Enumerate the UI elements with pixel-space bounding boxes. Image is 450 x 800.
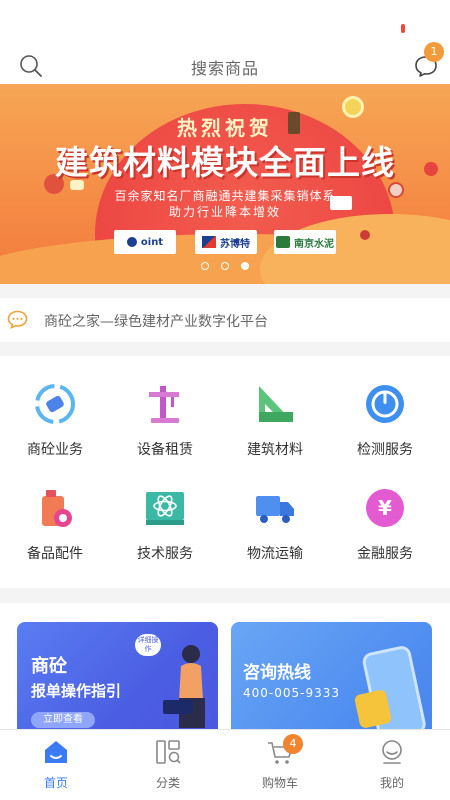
tab-category[interactable]: 分类 <box>112 730 224 800</box>
banner-decoration <box>360 230 370 240</box>
carousel-dot-active[interactable] <box>241 262 249 270</box>
tab-label: 分类 <box>155 776 180 790</box>
crane-icon <box>149 386 179 423</box>
cart-count-badge: 4 <box>283 734 303 754</box>
partner-mark-icon <box>276 236 290 248</box>
service-label: 物流运输 <box>247 546 303 562</box>
bottom-tab-bar: 首页 分类 购物车 4 我的 <box>0 729 450 800</box>
service-item-parts[interactable]: 备品配件 <box>0 486 110 582</box>
tab-home[interactable]: 首页 <box>0 730 112 800</box>
carousel-dot[interactable] <box>221 262 229 270</box>
concrete-recycle-icon <box>35 384 75 424</box>
service-item-logistics[interactable]: 物流运输 <box>220 486 330 582</box>
woman-laptop-illustration <box>163 645 205 728</box>
card-title: 报单操作指引 <box>31 682 122 700</box>
service-label: 技术服务 <box>137 546 193 562</box>
atom-board-icon <box>146 492 184 525</box>
app-screen: 搜索商品 1 热烈祝贺 建筑材料模块全面上线 百余家知名厂商融通共建集采集销体系… <box>0 0 450 800</box>
service-item-finance[interactable]: ¥ 金融服务 <box>330 486 440 582</box>
chat-notice-icon <box>7 310 28 329</box>
notice-bar[interactable]: 商砼之家—绿色建材产业数字化平台 <box>0 298 450 342</box>
service-grid: 商砼业务 设备租赁 建筑材料 检测服务 备品配件 技术服务 物流运输 ¥ 金融服… <box>0 356 450 588</box>
partner-logo: oint <box>114 230 176 254</box>
banner-subtitle: 助力行业降本增效 <box>168 205 281 219</box>
tab-label: 购物车 <box>261 776 298 790</box>
home-icon <box>45 741 67 763</box>
service-label: 商砼业务 <box>27 442 83 458</box>
tab-profile[interactable]: 我的 <box>336 730 448 800</box>
partner-mark-icon <box>126 237 137 247</box>
carousel-dot[interactable] <box>201 262 209 270</box>
partner-mark-icon <box>202 236 216 248</box>
service-item-concrete[interactable]: 商砼业务 <box>0 382 110 478</box>
service-label: 建筑材料 <box>247 442 303 458</box>
tab-label: 我的 <box>379 776 404 790</box>
service-label: 设备租赁 <box>137 442 193 458</box>
notice-text: 商砼之家—绿色建材产业数字化平台 <box>44 314 268 330</box>
hotline-title: 咨询热线 <box>243 663 311 683</box>
service-label: 备品配件 <box>27 546 83 562</box>
service-label: 检测服务 <box>357 442 413 458</box>
hotline-phone[interactable]: 400-005-9333 <box>243 686 340 700</box>
partner-logo: 苏博特 <box>195 230 257 254</box>
banner-subtitle: 百余家知名厂商融通共建集采集销体系 <box>114 189 336 203</box>
partner-logo: 南京水泥 <box>274 230 336 254</box>
top-header: 搜索商品 1 <box>0 0 450 84</box>
promo-section: 商砼 报单操作指引 立即查看 详细操作 咨询热线 400-005-9333 <box>0 603 450 742</box>
banner-title: 建筑材料模块全面上线 <box>55 143 395 182</box>
gauge-icon <box>366 385 404 423</box>
partner-name: oint <box>140 236 164 248</box>
yen-coin-icon: ¥ <box>366 489 404 527</box>
service-label: 金融服务 <box>357 546 413 562</box>
truck-icon <box>256 496 294 523</box>
profile-icon <box>382 740 402 764</box>
status-indicator <box>401 24 405 33</box>
service-item-testing[interactable]: 检测服务 <box>330 382 440 478</box>
search-input[interactable]: 搜索商品 <box>0 55 450 79</box>
order-guide-card[interactable]: 商砼 报单操作指引 立即查看 详细操作 <box>17 622 218 742</box>
oil-can-icon <box>42 490 72 527</box>
service-item-tech[interactable]: 技术服务 <box>110 486 220 582</box>
phone-illustration <box>354 646 426 740</box>
ruler-triangle-icon <box>259 386 293 422</box>
tab-cart[interactable]: 购物车 <box>224 730 336 800</box>
view-now-button[interactable]: 立即查看 <box>31 712 95 728</box>
service-item-materials[interactable]: 建筑材料 <box>220 382 330 478</box>
message-badge: 1 <box>424 42 444 62</box>
service-item-equipment[interactable]: 设备租赁 <box>110 382 220 478</box>
category-icon <box>156 740 181 764</box>
hotline-card[interactable]: 咨询热线 400-005-9333 <box>231 622 432 742</box>
tab-label: 首页 <box>43 776 68 790</box>
promo-banner[interactable]: 热烈祝贺 建筑材料模块全面上线 百余家知名厂商融通共建集采集销体系 助力行业降本… <box>0 84 450 284</box>
svg-text:¥: ¥ <box>378 496 392 520</box>
card-title: 商砼 <box>31 656 67 677</box>
partner-name: 苏博特 <box>220 238 250 250</box>
partner-name: 南京水泥 <box>294 238 334 250</box>
carousel-dots <box>0 262 450 270</box>
